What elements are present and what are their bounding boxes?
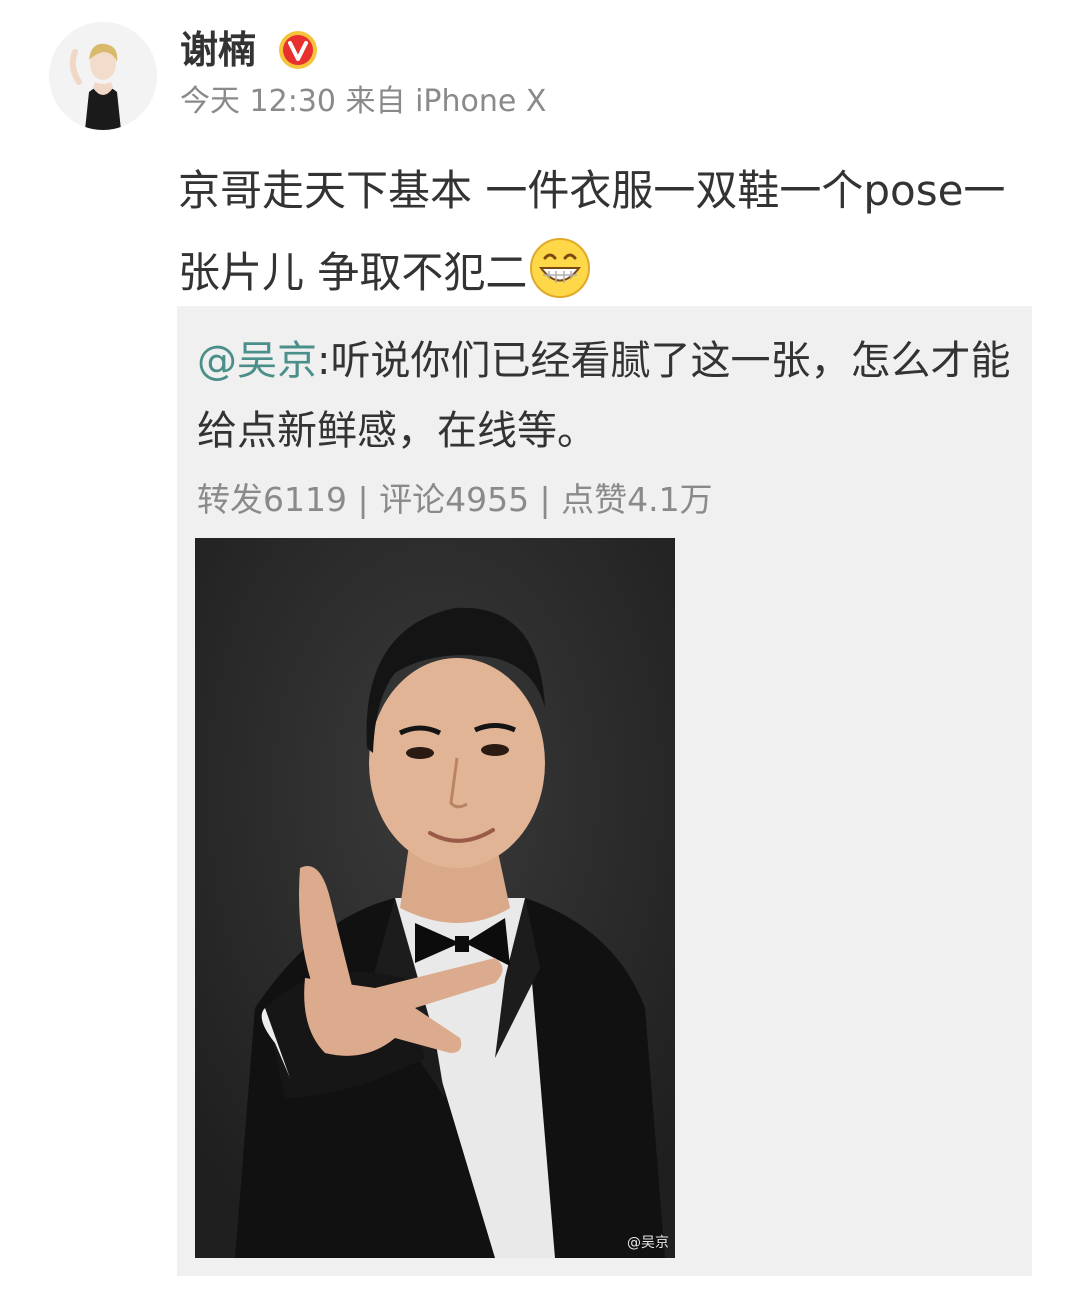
repost-text: :听说你们已经看腻了这一张，怎么才能给点新鲜感，在线等。: [197, 338, 1011, 454]
image-watermark: @吴京: [627, 1235, 669, 1251]
verified-v-badge-icon: [279, 31, 317, 69]
repost-author-mention[interactable]: @吴京: [197, 338, 317, 384]
post-time: 今天 12:30: [180, 84, 336, 119]
post-body: 京哥走天下基本 一件衣服一双鞋一个pose一张片儿 争取不犯二: [178, 150, 1038, 314]
author-name[interactable]: 谢楠: [180, 28, 256, 72]
repost-body: @吴京:听说你们已经看腻了这一张，怎么才能给点新鲜感，在线等。: [197, 326, 1017, 466]
post-meta: 今天 12:30 来自 iPhone X: [180, 82, 546, 122]
reposted-weibo[interactable]: @吴京:听说你们已经看腻了这一张，怎么才能给点新鲜感，在线等。 转发6119 |…: [177, 306, 1032, 1276]
repost-photo[interactable]: @吴京: [195, 538, 675, 1258]
post-source: 来自 iPhone X: [345, 84, 547, 119]
author-avatar[interactable]: [49, 22, 157, 130]
post-text: 京哥走天下基本 一件衣服一双鞋一个pose一张片儿 争取不犯二: [178, 166, 1006, 297]
avatar-portrait-icon: [49, 22, 157, 130]
repost-stats: 转发6119 | 评论4955 | 点赞4.1万: [197, 480, 713, 519]
portrait-photo: [195, 538, 675, 1258]
grin-emoji-icon: [530, 238, 591, 298]
